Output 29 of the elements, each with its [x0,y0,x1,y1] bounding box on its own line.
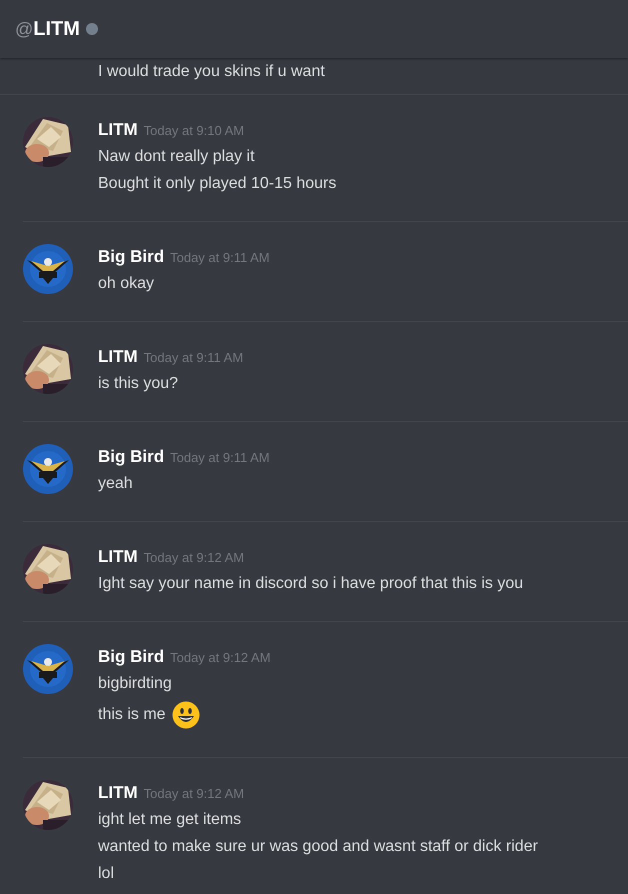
message-text: oh okay [98,274,156,294]
at-sign: @ [15,18,34,40]
author-name: LITM [98,346,138,368]
message-text: is this you? [98,374,180,394]
author-name: LITM [98,546,138,568]
message-text: wanted to make sure ur was good and wasnt staff or dick rider [98,837,538,857]
timestamp: Today at 9:12 AM [144,549,244,567]
author-name: LITM [98,119,138,141]
timestamp: Today at 9:12 AM [144,785,244,803]
message-text: Bought it only played 10-15 hours [98,174,336,194]
message-text: lol [98,864,116,884]
message-text: I would trade you skins if u want [98,63,325,80]
author-name: Big Bird [98,446,164,468]
message-text: Naw dont really play it [98,147,256,167]
smiley-icon [172,701,200,729]
message-text: ight let me get items [98,810,242,830]
author-name: LITM [98,782,138,804]
message-text: yeah [98,474,134,494]
timestamp: Today at 9:11 AM [170,249,270,267]
message-text: bigbirdting [98,674,173,694]
message-text: this is me [98,705,166,725]
timestamp: Today at 9:10 AM [144,122,244,140]
timestamp: Today at 9:12 AM [170,649,271,667]
timestamp: Today at 9:11 AM [144,349,244,367]
message-text: Ight say your name in discord so i have proof that this is you [98,574,524,594]
author-name: Big Bird [98,646,164,668]
timestamp: Today at 9:11 AM [170,449,270,467]
author-name: Big Bird [98,246,164,268]
channel-title: LITM [33,17,80,42]
